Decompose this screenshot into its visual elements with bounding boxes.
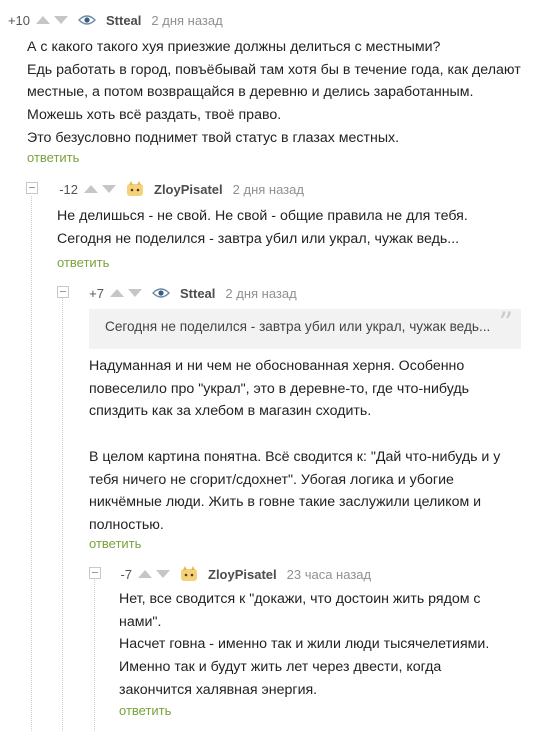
comment-line: полностью.	[89, 516, 164, 533]
downvote-icon[interactable]	[128, 289, 142, 297]
reply-link[interactable]: ответить	[27, 150, 79, 165]
cat-avatar-icon	[181, 566, 197, 581]
comment-author[interactable]: ZloyPisatel	[154, 182, 223, 197]
comment-time[interactable]: 2 дня назад	[151, 13, 222, 28]
comment-header: -7 ZloyPisatel 23 часа назад	[110, 564, 371, 584]
comment-line	[89, 423, 500, 446]
comment-line: В целом картина понятна. Всё сводится к:…	[89, 448, 501, 465]
comment-line: тебя ничего не сгорит/сдохнет". Убогая л…	[89, 471, 454, 488]
comment-line: А с какого такого хуя приезжие должны де…	[27, 39, 441, 55]
upvote-icon[interactable]	[84, 185, 98, 193]
thread-branch-line	[31, 196, 32, 731]
comment-rating: +10	[7, 12, 30, 28]
avatar[interactable]	[126, 181, 144, 197]
comment-header: -12 ZloyPisatel 2 дня назад	[50, 179, 304, 199]
comment-author[interactable]: Stteal	[106, 13, 141, 28]
comment-line: Можешь хоть всё раздать, твоё право.	[27, 107, 282, 124]
upvote-icon[interactable]	[110, 289, 124, 297]
comment-line: закончится халявная энергия.	[119, 681, 318, 698]
comment-author[interactable]: ZloyPisatel	[208, 567, 277, 582]
upvote-icon[interactable]	[138, 570, 152, 578]
avatar[interactable]	[152, 285, 170, 301]
comment-line: Насчет говна - именно так и жили люди ты…	[119, 636, 490, 653]
downvote-icon[interactable]	[54, 16, 68, 24]
comment-line: Не делишься - не свой. Не свой - общие п…	[57, 208, 468, 224]
comment-header: +10 Stteal 2 дня назад	[0, 10, 223, 30]
reply-link[interactable]: ответить	[119, 703, 171, 718]
reply-link[interactable]: ответить	[57, 255, 109, 270]
collapse-toggle[interactable]	[57, 286, 69, 298]
eye-avatar-icon	[78, 15, 96, 25]
comment-line: Нет, все сводится к "докажи, что достоин…	[119, 591, 481, 607]
comment-line: спиздить как за хлебом в магазин сходить…	[89, 403, 372, 420]
eye-avatar-icon	[152, 288, 170, 298]
comment-line: нами".	[119, 613, 162, 630]
quote-mark-icon: ”	[498, 306, 513, 339]
collapse-toggle[interactable]	[26, 182, 38, 194]
thread-branch-line	[94, 578, 95, 731]
comment-body: Не делишься - не свой. Не свой - общие п…	[57, 205, 468, 250]
comment-rating: +7	[89, 285, 104, 301]
downvote-icon[interactable]	[102, 185, 116, 193]
comment-line: Именно так и будут жить лет через двести…	[119, 659, 442, 676]
comment-line: Надуманная и ни чем не обоснованная херн…	[89, 358, 465, 374]
comment-line: Едь работать в город, повъёбывай там хот…	[27, 61, 521, 78]
comment-time[interactable]: 23 часа назад	[287, 567, 371, 582]
avatar[interactable]	[180, 566, 198, 582]
comment-time[interactable]: 2 дня назад	[233, 182, 304, 197]
thread-branch-line	[62, 297, 63, 731]
comment-rating: -7	[120, 566, 132, 582]
comment-body: Нет, все сводится к "докажи, что достоин…	[119, 588, 489, 702]
comment-rating: -12	[59, 181, 78, 197]
reply-link[interactable]: ответить	[89, 536, 141, 551]
comment-time[interactable]: 2 дня назад	[225, 286, 296, 301]
downvote-icon[interactable]	[156, 570, 170, 578]
comment-line: Сегодня не поделился - завтра убил или у…	[57, 230, 460, 247]
quoted-text: Сегодня не поделился - завтра убил или у…	[89, 309, 521, 349]
comment-body: Надуманная и ни чем не обоснованная херн…	[89, 355, 500, 537]
comment-line: Это безусловно поднимет твой статус в гл…	[27, 129, 400, 146]
avatar[interactable]	[78, 12, 96, 28]
comment-body: А с какого такого хуя приезжие должны де…	[27, 36, 521, 150]
cat-avatar-icon	[127, 181, 143, 196]
comment-line: повеселило про "украл", это в деревне-то…	[89, 380, 470, 397]
comment-author[interactable]: Stteal	[180, 286, 215, 301]
quote-text: Сегодня не поделился - завтра убил или у…	[105, 319, 491, 334]
upvote-icon[interactable]	[36, 16, 50, 24]
comment-line: никчёмные люди. Жить в говне такие заслу…	[89, 494, 482, 511]
comment-header: +7 Stteal 2 дня назад	[79, 283, 297, 303]
comment-line: местные, а потом возвращайся в деревню и…	[27, 84, 474, 101]
collapse-toggle[interactable]	[89, 567, 101, 579]
